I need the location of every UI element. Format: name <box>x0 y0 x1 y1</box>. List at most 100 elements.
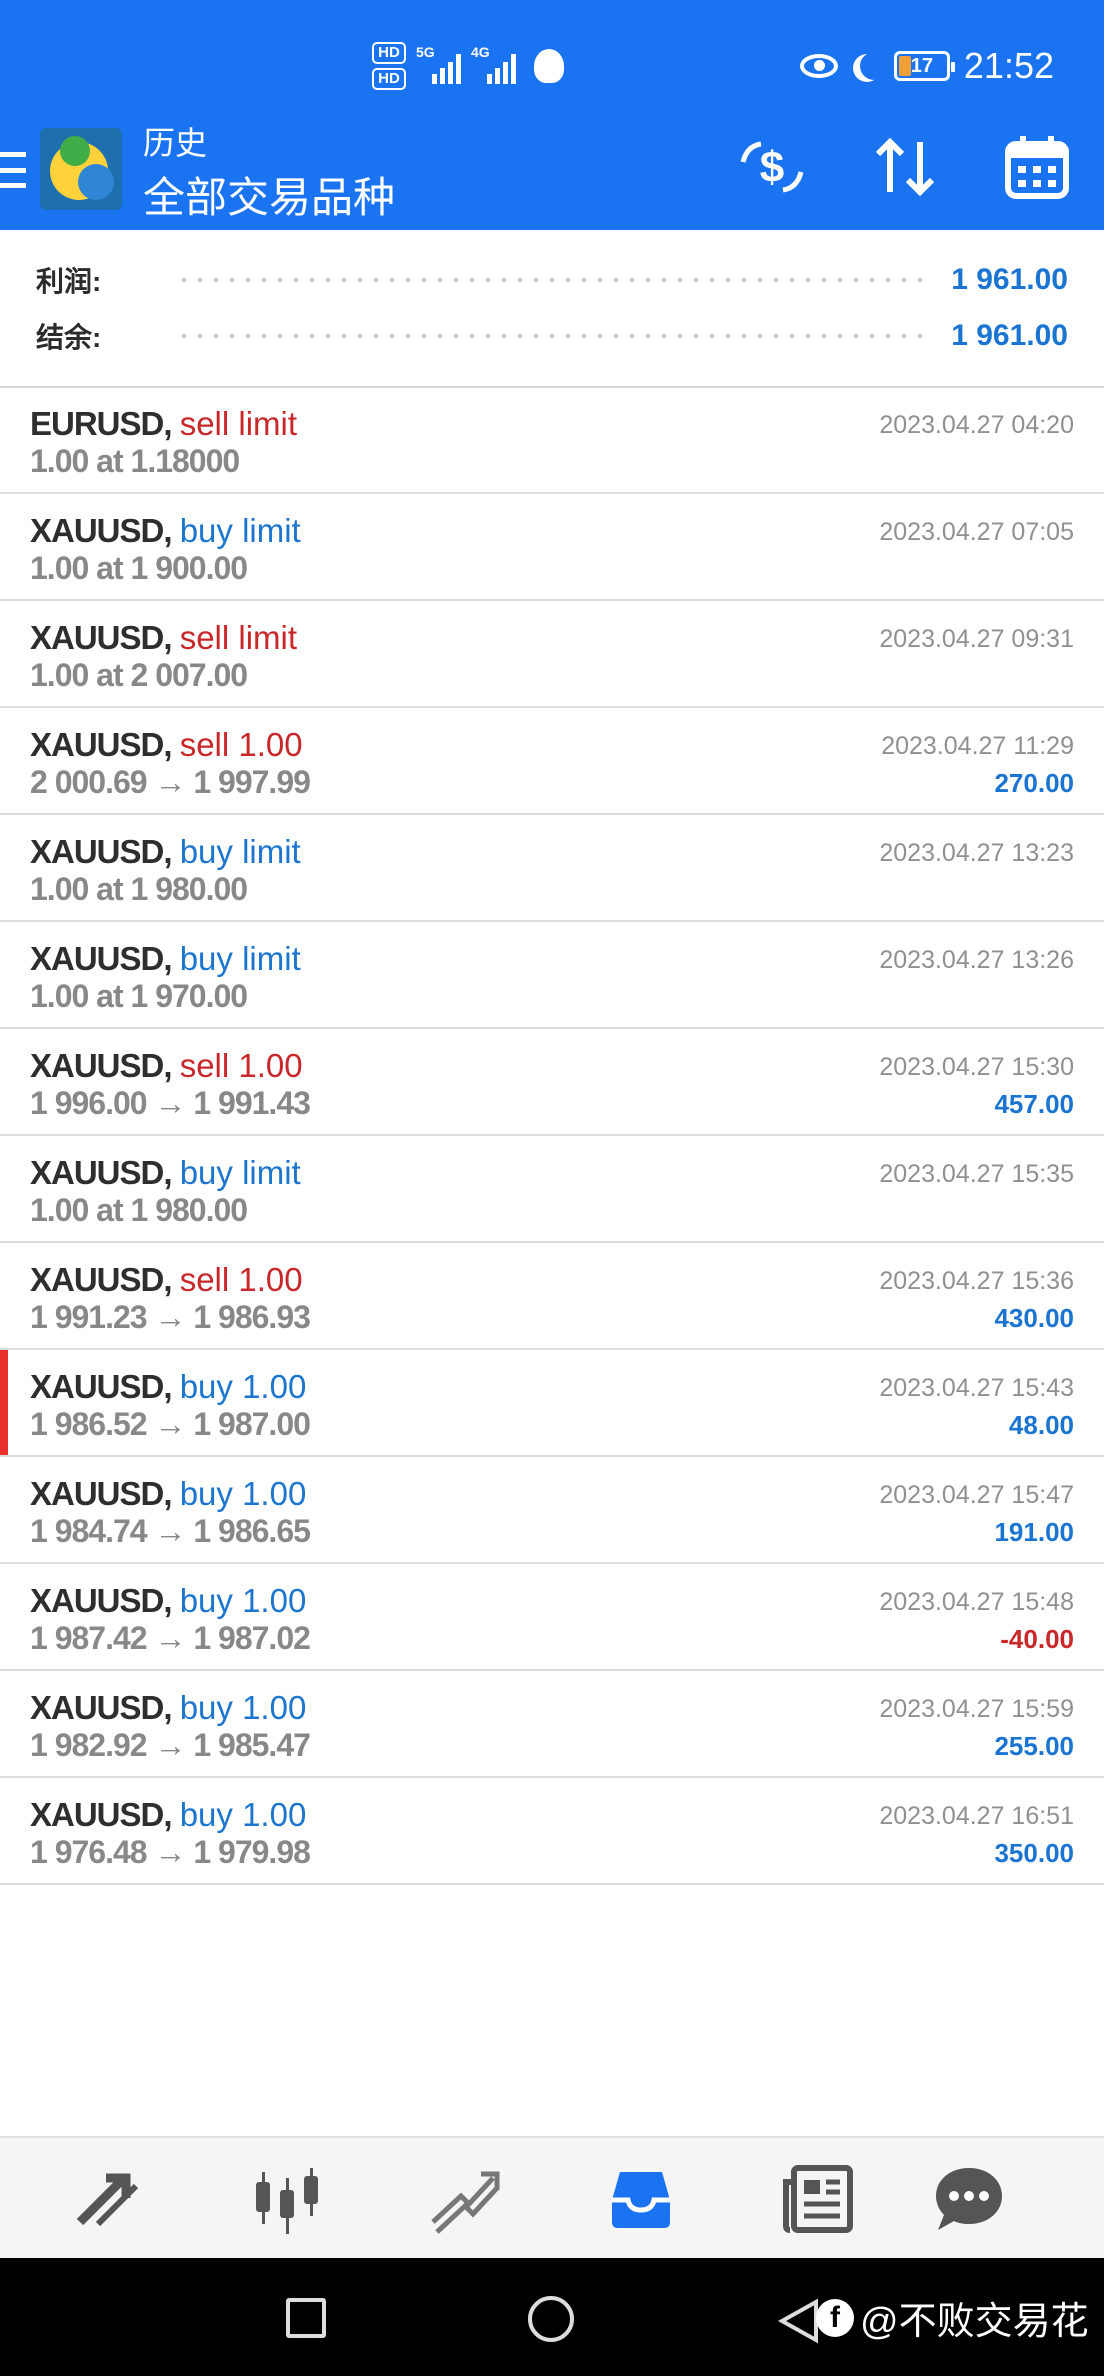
trade-symbol: XAUUSD, buy limit <box>30 833 301 871</box>
trade-prices: 1 986.52 → 1 987.00 <box>30 1406 311 1442</box>
history-list: EURUSD, sell limit 1.00 at 1.18000 2023.04… <box>0 387 1104 1885</box>
profit-row: 利润: 1 961.00 <box>36 258 1068 302</box>
hd-badge: HD <box>372 68 406 90</box>
trade-icon[interactable] <box>425 2160 503 2238</box>
status-left: HD HD 5G 4G <box>372 36 564 96</box>
trade-profit: 48.00 <box>1008 1410 1074 1440</box>
trade-row[interactable]: XAUUSD, buy 1.00 1 987.42 → 1 987.02 2023.… <box>0 1564 1104 1671</box>
battery-icon: 17 <box>893 51 955 81</box>
symbol-name: XAUUSD, <box>30 1047 173 1084</box>
trade-row[interactable]: XAUUSD, buy 1.00 1 982.92 → 1 985.47 2023.… <box>0 1671 1104 1778</box>
quotes-icon[interactable] <box>70 2160 148 2238</box>
messages-icon[interactable] <box>930 2160 1008 2238</box>
chart-icon[interactable] <box>248 2160 326 2238</box>
dotted-leader <box>176 278 928 282</box>
summary-panel: 利润: 1 961.00 结余: 1 961.00 <box>0 230 1104 388</box>
trade-prices: 1 991.23 → 1 986.93 <box>30 1299 311 1335</box>
trade-time: 2023.04.27 15:36 <box>879 1267 1074 1295</box>
trade-symbol: XAUUSD, buy 1.00 <box>30 1475 306 1513</box>
symbol-filter[interactable]: 全部交易品种 <box>143 164 395 225</box>
menu-icon[interactable] <box>0 152 26 188</box>
app-logo-icon <box>40 128 122 210</box>
trade-row[interactable]: XAUUSD, buy 1.00 1 976.48 → 1 979.98 2023.… <box>0 1778 1104 1885</box>
trade-row[interactable]: XAUUSD, sell 1.00 1 996.00 → 1 991.43 2023… <box>0 1029 1104 1136</box>
symbol-name: XAUUSD, <box>30 726 173 763</box>
trade-row[interactable]: XAUUSD, buy limit 1.00 at 1 980.00 2023.04… <box>0 815 1104 922</box>
trade-prices: 1 996.00 → 1 991.43 <box>30 1085 311 1121</box>
balance-row: 结余: 1 961.00 <box>36 314 1068 358</box>
trade-profit: -40.00 <box>1000 1624 1074 1654</box>
trade-row[interactable]: XAUUSD, buy 1.00 1 986.52 → 1 987.00 2023.… <box>0 1350 1104 1457</box>
profit-value: 1 961.00 <box>951 263 1068 296</box>
order-type: sell 1.00 <box>179 1261 303 1298</box>
qq-icon <box>534 49 564 83</box>
trade-profit: 255.00 <box>994 1731 1074 1761</box>
trade-prices: 1.00 at 1 970.00 <box>30 978 248 1014</box>
news-icon[interactable] <box>780 2160 858 2238</box>
trade-symbol: XAUUSD, buy 1.00 <box>30 1368 306 1406</box>
trade-row[interactable]: EURUSD, sell limit 1.00 at 1.18000 2023.04… <box>0 387 1104 494</box>
order-type: buy limit <box>179 512 301 549</box>
network-type: 5G <box>416 44 435 60</box>
symbol-name: XAUUSD, <box>30 1796 173 1833</box>
symbol-name: XAUUSD, <box>30 1261 173 1298</box>
trade-row[interactable]: XAUUSD, sell limit 1.00 at 2 007.00 2023.0… <box>0 601 1104 708</box>
home-button[interactable] <box>528 2296 574 2342</box>
history-screen: HD HD 5G 4G 17 21:52 历史 全部交易品种 $ 利润: 1 9… <box>0 0 1104 2376</box>
trade-time: 2023.04.27 15:48 <box>879 1588 1074 1616</box>
trade-prices: 1 982.92 → 1 985.47 <box>30 1727 311 1763</box>
watermark-text: @不败交易花 <box>860 2301 1089 2343</box>
trade-symbol: EURUSD, sell limit <box>30 405 297 443</box>
symbol-name: XAUUSD, <box>30 1368 173 1405</box>
symbol-name: XAUUSD, <box>30 1154 173 1191</box>
sort-icon[interactable] <box>870 132 940 202</box>
battery-level: 17 <box>910 54 934 77</box>
dotted-leader <box>176 334 928 338</box>
trade-symbol: XAUUSD, buy 1.00 <box>30 1796 306 1834</box>
currency-swap-icon[interactable]: $ <box>737 132 807 202</box>
symbol-name: XAUUSD, <box>30 940 173 977</box>
symbol-name: XAUUSD, <box>30 833 173 870</box>
signal-icon: 5G <box>416 44 461 84</box>
trade-time: 2023.04.27 11:29 <box>881 732 1074 760</box>
trade-row[interactable]: XAUUSD, buy limit 1.00 at 1 970.00 2023.04… <box>0 922 1104 1029</box>
watermark: f @不败交易花 <box>816 2290 1089 2345</box>
trade-time: 2023.04.27 07:05 <box>879 518 1074 546</box>
trade-symbol: XAUUSD, buy limit <box>30 1154 301 1192</box>
page-title: 历史 <box>143 125 208 161</box>
back-button[interactable] <box>776 2298 820 2344</box>
trade-row[interactable]: XAUUSD, sell 1.00 1 991.23 → 1 986.93 2023… <box>0 1243 1104 1350</box>
symbol-name: EURUSD, <box>30 405 173 442</box>
history-icon[interactable] <box>602 2160 680 2238</box>
hd-badge: HD <box>372 42 406 64</box>
svg-text:$: $ <box>760 143 784 192</box>
trade-time: 2023.04.27 09:31 <box>879 625 1074 653</box>
order-type: buy 1.00 <box>179 1475 307 1512</box>
eye-icon <box>799 54 838 78</box>
symbol-name: XAUUSD, <box>30 619 173 656</box>
trade-row[interactable]: XAUUSD, buy limit 1.00 at 1 900.00 2023.04… <box>0 494 1104 601</box>
balance-label: 结余: <box>36 322 102 353</box>
facebook-icon: f <box>816 2298 854 2337</box>
trade-prices: 1.00 at 1 980.00 <box>30 871 248 907</box>
trade-row[interactable]: XAUUSD, buy limit 1.00 at 1 980.00 2023.04… <box>0 1136 1104 1243</box>
hd-indicators: HD HD <box>372 42 406 90</box>
trade-profit: 270.00 <box>994 768 1074 798</box>
symbol-name: XAUUSD, <box>30 1689 173 1726</box>
order-type: buy 1.00 <box>179 1689 307 1726</box>
signal-icon: 4G <box>471 44 516 84</box>
trade-time: 2023.04.27 15:59 <box>879 1695 1074 1723</box>
trade-prices: 1 984.74 → 1 986.65 <box>30 1513 311 1549</box>
trade-row[interactable]: XAUUSD, buy 1.00 1 984.74 → 1 986.65 2023.… <box>0 1457 1104 1564</box>
trade-symbol: XAUUSD, buy limit <box>30 940 301 978</box>
trade-symbol: XAUUSD, buy 1.00 <box>30 1689 306 1727</box>
trade-prices: 1.00 at 1.18000 <box>30 443 240 479</box>
order-type: sell 1.00 <box>179 1047 303 1084</box>
order-type: sell limit <box>179 619 298 656</box>
trade-symbol: XAUUSD, sell 1.00 <box>30 1261 303 1299</box>
trade-time: 2023.04.27 04:20 <box>879 411 1074 439</box>
calendar-icon[interactable] <box>1002 132 1072 202</box>
trade-profit: 457.00 <box>994 1089 1074 1119</box>
trade-row[interactable]: XAUUSD, sell 1.00 2 000.69 → 1 997.99 2023… <box>0 708 1104 815</box>
recent-apps-button[interactable] <box>286 2298 326 2338</box>
